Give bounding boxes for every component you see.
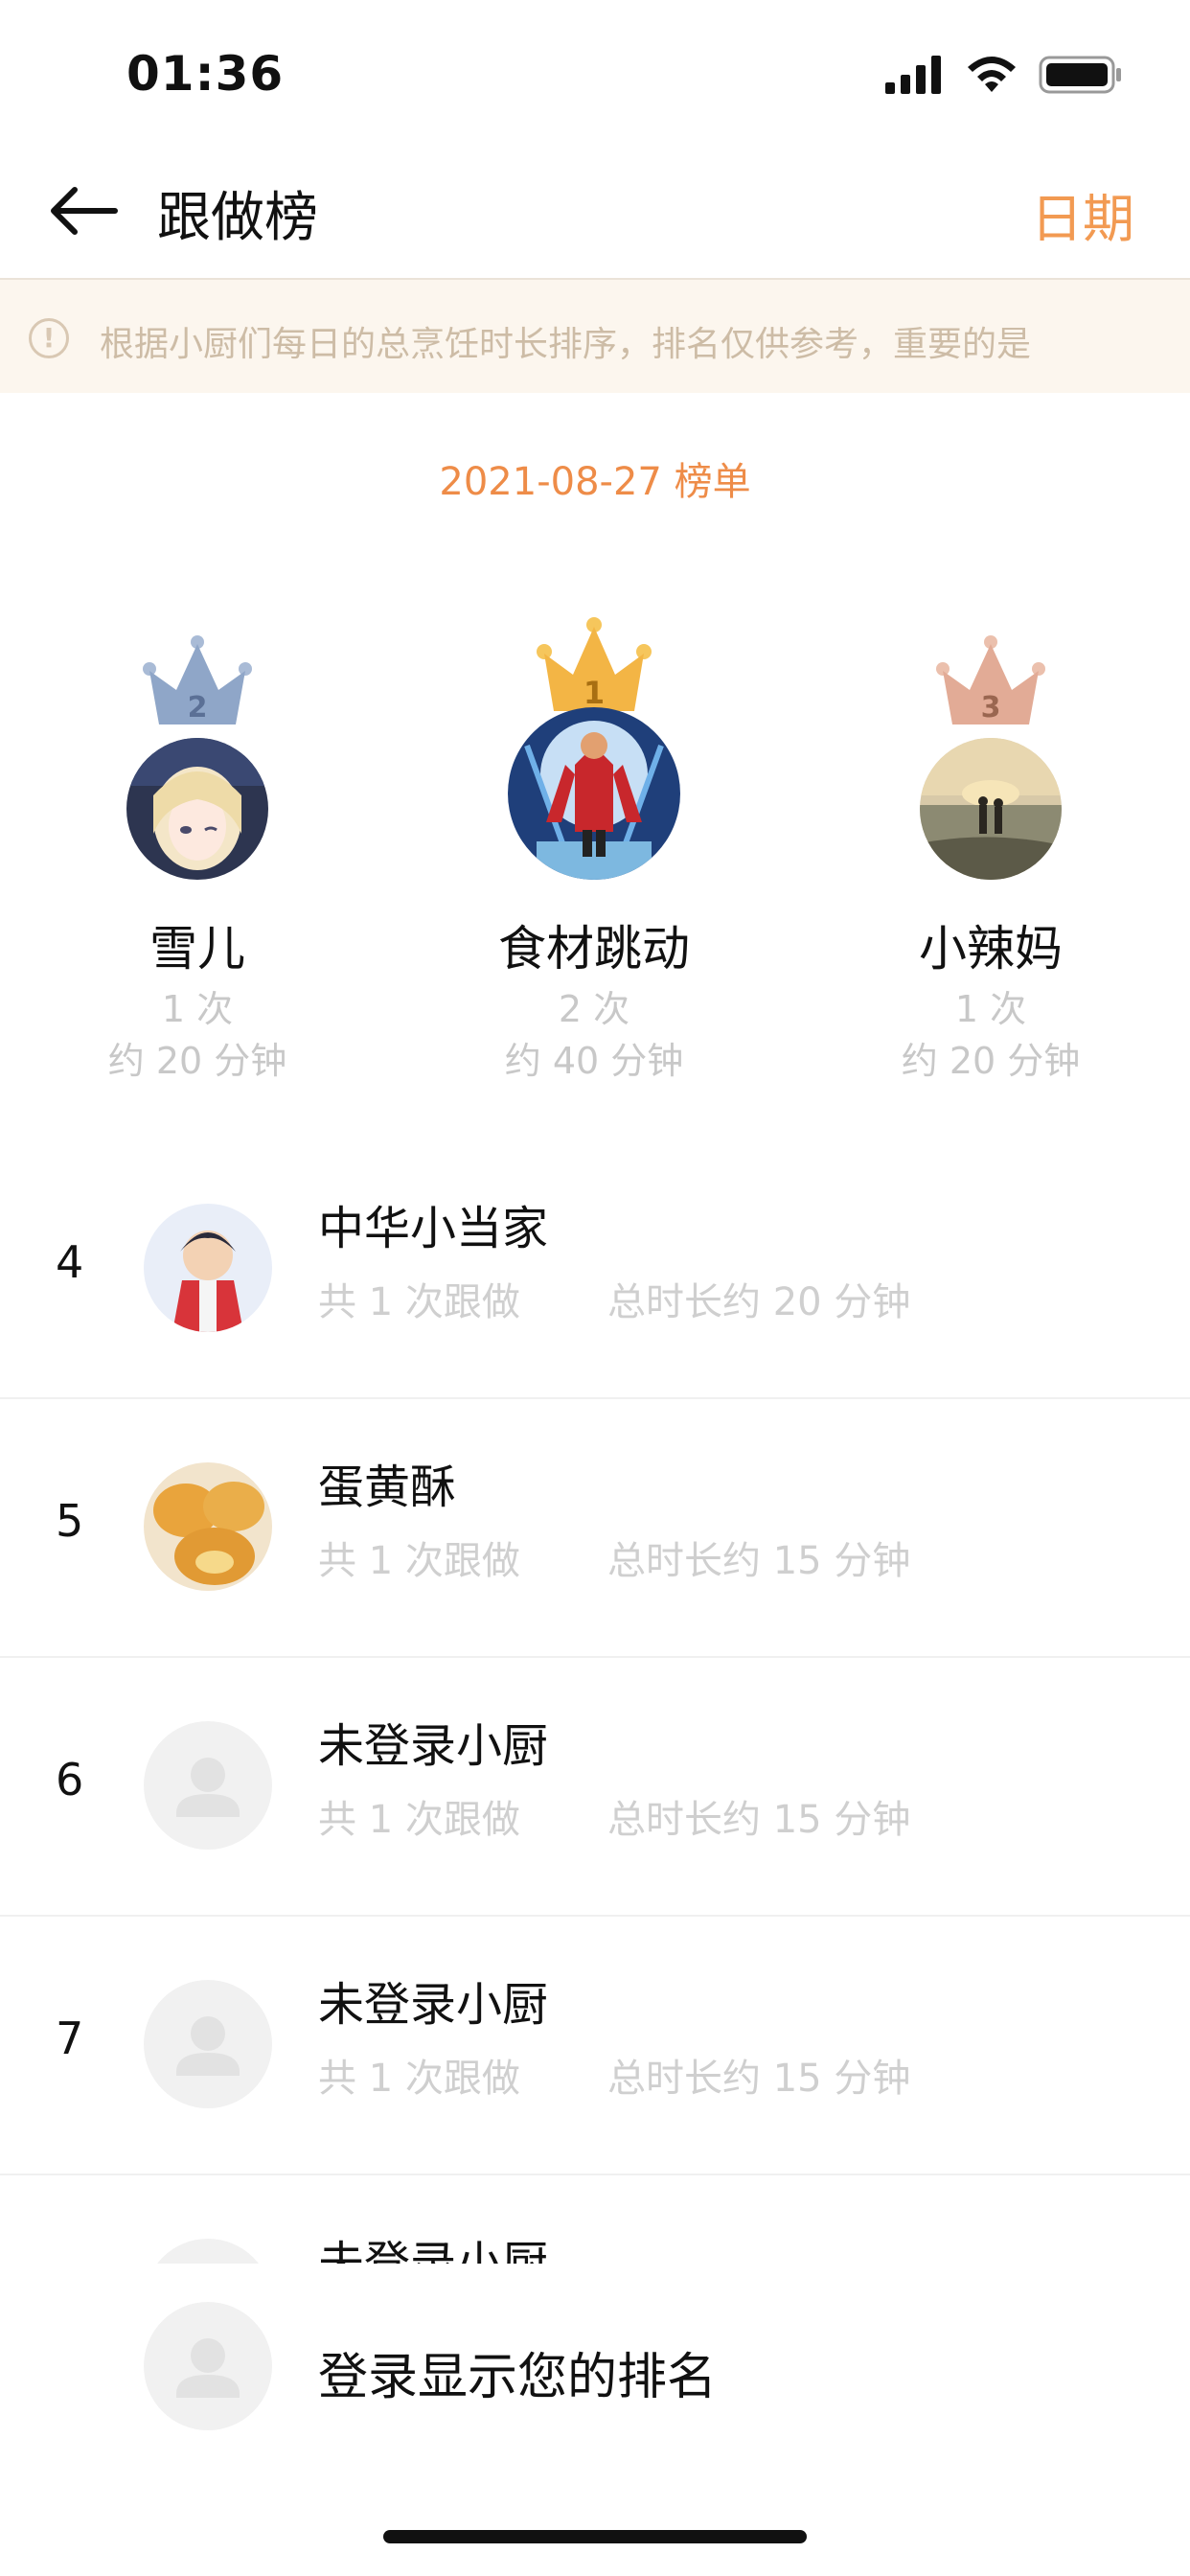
navigation-bar: 跟做榜 日期	[0, 144, 1190, 280]
podium-first-name: 食材跳动	[498, 921, 690, 977]
notice-banner: ! 根据小厨们每日的总烹饪时长排序，排名仅供参考，重要的是	[0, 280, 1190, 393]
avatar[interactable]	[144, 1721, 272, 1850]
total-duration: 总时长约 20 分钟	[607, 1280, 911, 1324]
status-time: 01:36	[126, 46, 285, 102]
bronze-crown-icon: 3	[936, 635, 1045, 724]
podium-third-duration: 约 20 分钟	[901, 1040, 1081, 1082]
rank-number: 6	[56, 1754, 84, 1806]
podium-first-rank: 1	[584, 675, 605, 711]
beach-sunset-avatar-image	[920, 738, 1062, 880]
avatar[interactable]	[508, 707, 680, 880]
page-title: 跟做榜	[157, 187, 318, 249]
back-arrow-icon[interactable]	[46, 182, 123, 240]
podium-second-duration: 约 20 分钟	[107, 1040, 287, 1082]
podium-second-name: 雪儿	[149, 921, 245, 977]
cartoon-chef-avatar-image	[144, 1204, 272, 1332]
podium-first-count: 2 次	[558, 988, 630, 1030]
podium-second[interactable]: 2 雪儿 1 次 约 20 分钟	[54, 632, 341, 1092]
table-row[interactable]: 6 未登录小厨 共 1 次跟做 总时长约 15 分钟	[0, 1658, 1190, 1917]
cellular-signal-icon	[885, 56, 941, 94]
podium-first-duration: 约 40 分钟	[504, 1040, 684, 1082]
date-picker-button[interactable]: 日期	[1031, 176, 1134, 252]
cook-count: 共 1 次跟做	[318, 2057, 520, 2101]
avatar[interactable]	[920, 738, 1062, 880]
info-icon: !	[29, 318, 69, 358]
podium-second-rank: 2	[188, 691, 208, 724]
avatar[interactable]	[144, 1980, 272, 2108]
rank-number: 5	[56, 1495, 84, 1547]
user-name: 未登录小厨	[318, 1978, 549, 2032]
podium-third[interactable]: 3 小辣妈 1 次 约 20 分钟	[847, 632, 1134, 1092]
user-name: 未登录小厨	[318, 1719, 549, 1773]
podium-first[interactable]: 1 食材跳动 2 次 约 40 分钟	[450, 615, 738, 1094]
notice-text: 根据小厨们每日的总烹饪时长排序，排名仅供参考，重要的是	[100, 325, 1032, 364]
gold-crown-icon: 1	[537, 617, 652, 711]
avatar[interactable]	[126, 738, 268, 880]
cook-count: 共 1 次跟做	[318, 1280, 520, 1324]
avatar[interactable]	[144, 1462, 272, 1591]
default-user-icon	[176, 2016, 240, 2076]
total-duration: 总时长约 15 分钟	[607, 1798, 911, 1842]
rank-number: 4	[56, 1236, 84, 1288]
battery-icon	[1039, 56, 1121, 94]
wifi-icon	[968, 57, 1016, 92]
total-duration: 总时长约 15 分钟	[607, 1539, 911, 1583]
default-user-icon	[176, 2338, 240, 2398]
home-indicator[interactable]	[383, 2530, 807, 2543]
total-duration: 总时长约 15 分钟	[607, 2057, 911, 2101]
cook-count: 共 1 次跟做	[318, 1539, 520, 1583]
default-user-icon	[176, 1758, 240, 1817]
login-prompt[interactable]: 登录显示您的排名	[318, 2336, 717, 2408]
user-name: 中华小当家	[318, 1202, 549, 1255]
avatar[interactable]	[144, 1204, 272, 1332]
rank-number: 7	[56, 2012, 84, 2064]
silver-crown-icon: 2	[143, 635, 252, 724]
table-row[interactable]: 4 中华小当家 共 1 次跟做 总时长约 20 分钟	[0, 1140, 1190, 1399]
podium-third-rank: 3	[981, 691, 1001, 724]
user-name: 蛋黄酥	[318, 1460, 457, 1514]
podium-third-count: 1 次	[954, 988, 1027, 1030]
board-date-label: 2021-08-27 榜单	[439, 460, 751, 504]
table-row[interactable]: 7 未登录小厨 共 1 次跟做 总时长约 15 分钟	[0, 1917, 1190, 2175]
superhero-avatar-image	[508, 707, 680, 880]
status-icons	[885, 56, 1123, 94]
podium-second-count: 1 次	[161, 988, 234, 1030]
podium-third-name: 小辣妈	[919, 921, 1063, 977]
cook-count: 共 1 次跟做	[318, 1798, 520, 1842]
table-row[interactable]: 5 蛋黄酥 共 1 次跟做 总时长约 15 分钟	[0, 1399, 1190, 1658]
avatar	[144, 2302, 272, 2430]
anime-avatar-image	[126, 738, 268, 880]
egg-yolk-pastry-avatar-image	[144, 1462, 272, 1591]
